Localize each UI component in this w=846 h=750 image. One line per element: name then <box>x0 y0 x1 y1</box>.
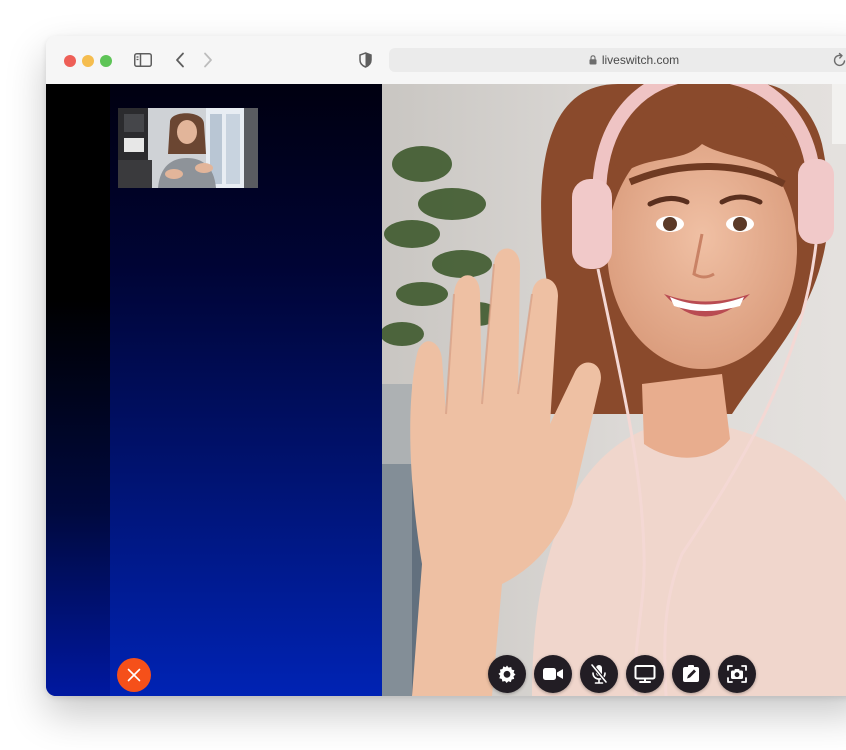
panel-strip <box>46 84 110 696</box>
video-call-area <box>46 84 846 696</box>
microphone-button[interactable] <box>580 655 618 693</box>
camera-button[interactable] <box>534 655 572 693</box>
self-view-video <box>118 108 258 188</box>
remote-video-frame <box>382 84 846 696</box>
close-icon <box>127 668 141 682</box>
address-bar[interactable]: liveswitch.com <box>389 48 846 72</box>
chevron-right-icon[interactable] <box>200 50 216 70</box>
call-controls-bar <box>488 655 756 693</box>
monitor-icon <box>634 665 656 683</box>
sidebar-toggle-icon[interactable] <box>133 50 153 70</box>
capture-camera-icon <box>727 665 747 683</box>
snapshot-button[interactable] <box>718 655 756 693</box>
whiteboard-button[interactable] <box>672 655 710 693</box>
chevron-left-icon[interactable] <box>172 50 188 70</box>
video-camera-icon <box>543 668 563 680</box>
zoom-window-button[interactable] <box>100 55 112 67</box>
lock-icon <box>589 55 597 65</box>
close-window-button[interactable] <box>64 55 76 67</box>
remote-participant-video <box>382 84 846 696</box>
settings-button[interactable] <box>488 655 526 693</box>
browser-toolbar: liveswitch.com <box>46 36 846 85</box>
url-text: liveswitch.com <box>601 53 680 67</box>
screen-share-button[interactable] <box>626 655 664 693</box>
browser-window: liveswitch.com <box>46 36 846 696</box>
hang-up-button[interactable] <box>117 658 151 692</box>
shield-icon[interactable] <box>357 50 373 70</box>
microphone-muted-icon <box>590 663 608 684</box>
minimize-window-button[interactable] <box>82 55 94 67</box>
reload-icon[interactable] <box>833 52 846 68</box>
self-view-thumbnail[interactable] <box>118 108 258 188</box>
pen-tablet-icon <box>683 665 699 682</box>
gear-icon <box>498 665 516 683</box>
participants-panel <box>46 84 382 696</box>
